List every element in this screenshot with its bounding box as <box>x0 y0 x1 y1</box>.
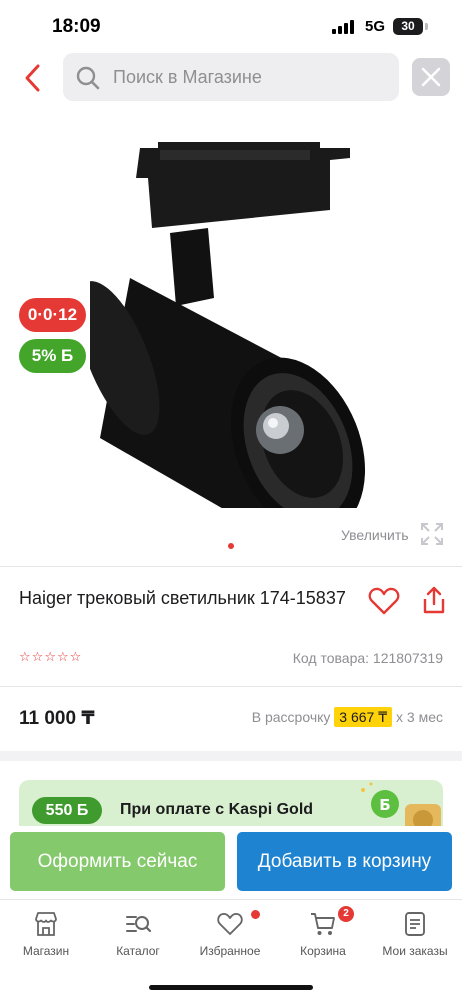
tab-label: Избранное <box>199 944 261 958</box>
promo-text: При оплате с Kaspi Gold <box>120 801 314 818</box>
product-code-value: 121807319 <box>372 650 443 666</box>
tab-label: Магазин <box>22 944 70 958</box>
star-icon: ☆ <box>56 649 69 664</box>
star-icon: ☆ <box>19 649 31 664</box>
star-icon: ☆ <box>69 649 82 664</box>
heart-icon <box>217 913 243 935</box>
battery-icon: 30 <box>393 18 423 35</box>
tab-catalog[interactable]: Каталог <box>92 910 184 958</box>
rating-stars[interactable]: ☆ ☆ ☆ ☆ ☆ <box>19 650 81 664</box>
store-icon <box>35 912 57 936</box>
tab-bar: Магазин Каталог Избранное 2 Корзина Мои … <box>0 899 462 999</box>
status-bar: 18:09 5G 30 <box>0 0 462 54</box>
product-image <box>90 142 366 508</box>
share-icon <box>423 586 445 614</box>
tab-label: Мои заказы <box>382 944 448 958</box>
tab-label: Корзина <box>300 944 346 958</box>
home-indicator <box>149 985 313 990</box>
gallery-page-dot <box>228 543 234 549</box>
share-button[interactable] <box>421 585 447 615</box>
cart-icon <box>311 913 335 935</box>
search-icon <box>76 66 100 90</box>
catalog-icon <box>126 916 152 933</box>
product-code-label: Код товара: <box>292 650 370 666</box>
orders-icon <box>405 912 425 936</box>
tab-favorites[interactable]: Избранное <box>184 910 276 958</box>
expand-icon[interactable] <box>420 522 444 546</box>
heart-icon <box>368 587 400 615</box>
search-box[interactable] <box>63 53 399 101</box>
installment-badge: 0·0·12 <box>19 298 86 332</box>
product-title: Haiger трековый светильник 174-15837 <box>19 588 346 608</box>
zoom-link[interactable]: Увеличить <box>341 527 409 543</box>
tab-orders[interactable]: Мои заказы <box>369 910 461 958</box>
star-icon: ☆ <box>31 649 44 664</box>
notification-dot <box>251 910 260 919</box>
divider <box>0 566 462 567</box>
tab-store[interactable]: Магазин <box>0 910 92 958</box>
installment-monthly: 3 667 ₸ <box>334 707 393 727</box>
close-icon <box>421 67 441 87</box>
bonus-pill: 550 Б <box>32 797 102 824</box>
tab-cart[interactable]: 2 Корзина <box>277 906 369 958</box>
add-to-cart-button[interactable]: Добавить в корзину <box>237 832 452 891</box>
tab-label: Каталог <box>116 944 160 958</box>
chevron-left-icon <box>25 64 40 92</box>
buy-now-button[interactable]: Оформить сейчас <box>10 832 225 891</box>
divider <box>0 686 462 687</box>
star-icon: ☆ <box>44 649 56 664</box>
signal-icon <box>332 20 356 34</box>
search-input[interactable] <box>113 53 383 101</box>
installment-info[interactable]: В рассрочку 3 667 ₸ х 3 мес <box>251 707 443 727</box>
svg-text:Б: Б <box>379 796 390 814</box>
network-type: 5G <box>365 18 386 35</box>
action-bar: Оформить сейчас Добавить в корзину <box>0 826 462 898</box>
cart-count-badge: 2 <box>338 906 354 922</box>
bonus-badge: 5% Б <box>19 339 86 373</box>
product-gallery[interactable]: 0·0·12 5% Б Увеличить <box>0 108 462 558</box>
battery-tip <box>425 23 428 30</box>
favorite-button[interactable] <box>368 586 400 616</box>
status-time: 18:09 <box>52 16 101 37</box>
product-price: 11 000 ₸ <box>19 708 95 729</box>
product-code: Код товара: 121807319 <box>293 650 443 666</box>
section-separator <box>0 751 462 761</box>
close-button[interactable] <box>412 58 450 96</box>
back-button[interactable] <box>16 60 52 96</box>
installment-suffix: х 3 мес <box>396 709 443 725</box>
installment-prefix: В рассрочку <box>251 709 331 725</box>
